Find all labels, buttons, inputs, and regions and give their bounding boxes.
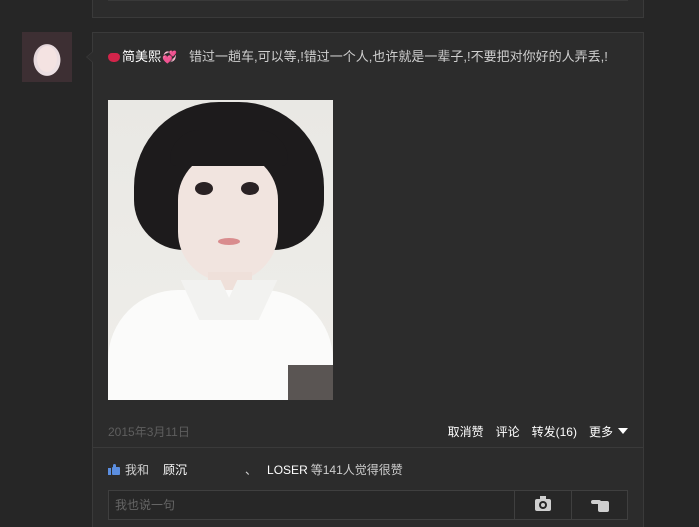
feed-page: 简美熙💞 错过一趟车,可以等,!错过一个人,也许就是一辈子,!不要把对你好的人弄丢… (0, 0, 699, 527)
photo-shadow (288, 365, 333, 400)
card-pointer-inner (87, 52, 93, 62)
lips-icon (108, 53, 120, 62)
camera-icon (535, 496, 551, 511)
post-actions: 取消赞 评论 转发(16) 更多 (436, 423, 628, 440)
thumbs-up-icon (108, 464, 120, 475)
likes-me-and: 我和 (125, 463, 150, 477)
likes-separator: 、 (245, 463, 258, 477)
photo-right-eye (241, 182, 259, 195)
post-content: 简美熙💞 错过一趟车,可以等,!错过一个人,也许就是一辈子,!不要把对你好的人弄丢… (108, 45, 628, 69)
photo-upload-button[interactable] (514, 491, 571, 519)
more-label: 更多 (588, 425, 613, 439)
forward-button[interactable]: 转发(16) (532, 423, 577, 440)
pointing-hand-icon (591, 498, 609, 512)
comment-button[interactable]: 评论 (496, 423, 520, 440)
likes-divider (93, 447, 643, 448)
more-button[interactable]: 更多 (589, 423, 628, 440)
poke-button[interactable] (571, 491, 628, 519)
avatar-face (37, 46, 57, 72)
avatar[interactable] (22, 32, 72, 82)
previous-post-divider (108, 0, 628, 1)
photo-left-eye (195, 182, 213, 195)
heart-icon: 💞 (162, 50, 177, 64)
unlike-button[interactable]: 取消赞 (448, 423, 484, 440)
post-card: 简美熙💞 错过一趟车,可以等,!错过一个人,也许就是一辈子,!不要把对你好的人弄丢… (86, 32, 644, 527)
photo-face (178, 152, 278, 282)
liker-link[interactable]: 顾沉 (163, 461, 187, 478)
likes-summary[interactable]: 等141人觉得很赞 (311, 461, 403, 478)
photo-lips (218, 238, 240, 245)
photo-bangs (170, 130, 288, 166)
comment-box (108, 490, 628, 520)
previous-post-card (92, 0, 644, 18)
liker-link[interactable]: LOSER (267, 463, 308, 477)
post-text: 错过一趟车,可以等,!错过一个人,也许就是一辈子,!不要把对你好的人弄丢,! (188, 49, 608, 64)
post-date[interactable]: 2015年3月11日 (108, 423, 190, 440)
comment-input[interactable] (109, 491, 513, 519)
caret-down-icon (618, 428, 628, 434)
likes-row: 我和 顾沉 、 LOSER 等141人觉得很赞 (108, 461, 628, 478)
post-meta-row: 2015年3月11日 取消赞 评论 转发(16) 更多 (108, 423, 628, 441)
author-name[interactable]: 简美熙 (122, 49, 161, 64)
post-photo[interactable] (108, 100, 333, 400)
